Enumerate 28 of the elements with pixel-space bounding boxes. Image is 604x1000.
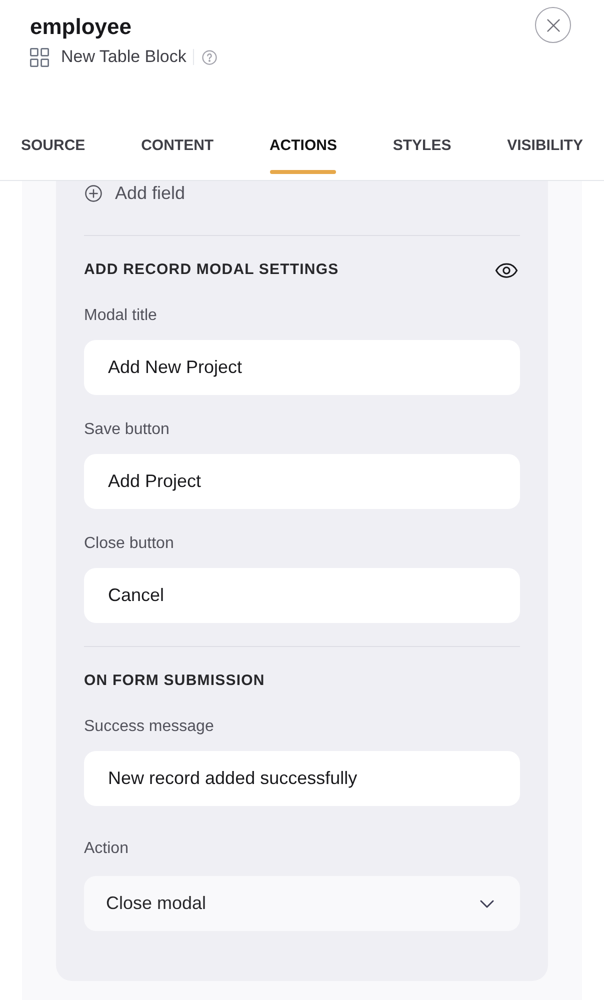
- plus-circle-icon: [85, 184, 102, 202]
- tab[interactable]: ACTIONS: [269, 125, 337, 181]
- field-label: Close button: [84, 534, 175, 554]
- block-type-label: New Table Block: [61, 46, 186, 68]
- tab[interactable]: VISIBILITY: [507, 125, 583, 181]
- field-label: Save button: [84, 420, 170, 440]
- text-input[interactable]: Add New Project: [84, 340, 520, 395]
- field-label: Success message: [84, 717, 215, 737]
- action-dropdown[interactable]: Close modal: [84, 876, 520, 931]
- tab[interactable]: SOURCE: [21, 125, 86, 181]
- panel-title: employee: [30, 13, 132, 41]
- text-input[interactable]: Cancel: [84, 568, 520, 623]
- close-button[interactable]: [535, 7, 571, 43]
- field-label: Action: [84, 839, 130, 859]
- field-label: Modal title: [84, 306, 158, 326]
- tab[interactable]: STYLES: [392, 125, 452, 181]
- eye-icon[interactable]: [495, 262, 518, 278]
- tab[interactable]: CONTENT: [141, 125, 214, 181]
- section-heading: ON FORM SUBMISSION: [84, 671, 265, 691]
- chevron-down-icon: [480, 900, 494, 908]
- text-input[interactable]: New record added successfully: [84, 751, 520, 806]
- active-tab-indicator: [270, 170, 336, 174]
- help-icon[interactable]: [202, 50, 218, 64]
- close-icon: [546, 18, 560, 32]
- add-field-button[interactable]: Add field: [84, 182, 186, 204]
- text-input[interactable]: Add Project: [84, 454, 520, 509]
- grid-icon: [30, 48, 49, 66]
- section-heading: ADD RECORD MODAL SETTINGS: [84, 260, 339, 280]
